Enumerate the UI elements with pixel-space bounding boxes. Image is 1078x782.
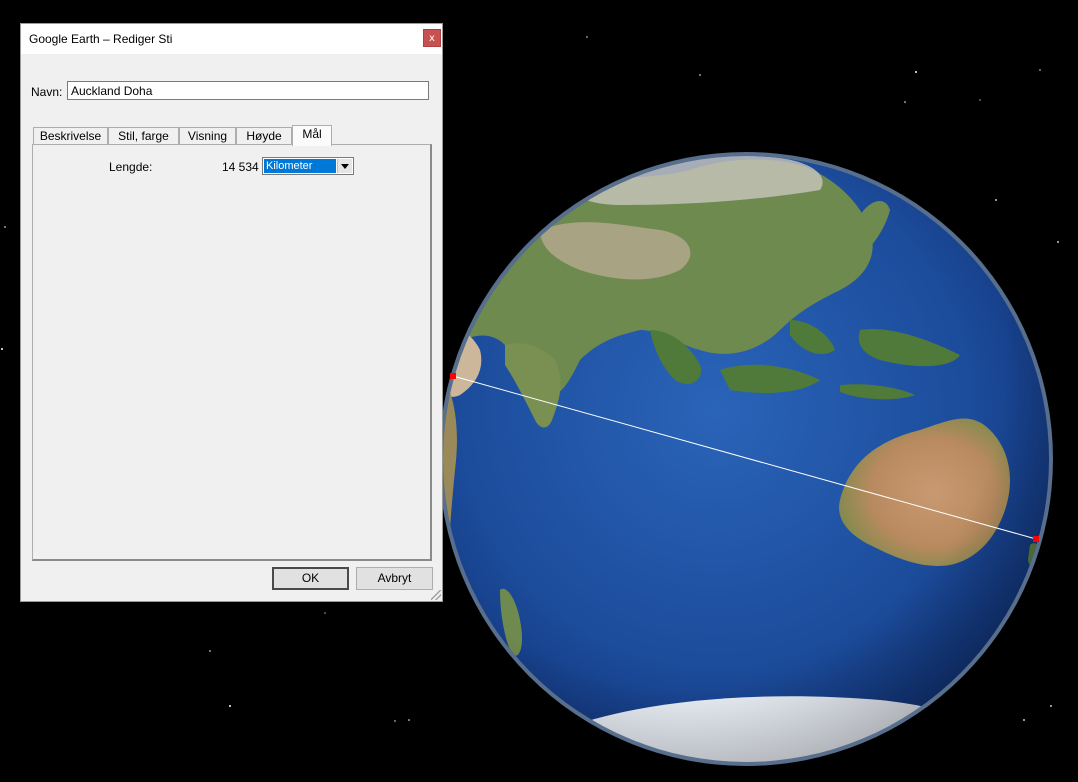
path-endpoint-auckland[interactable] [1033, 536, 1039, 542]
ok-button[interactable]: OK [272, 567, 349, 590]
tab-maal[interactable]: Mål [292, 125, 332, 146]
close-button[interactable]: x [423, 29, 441, 47]
edit-path-dialog: Google Earth – Rediger Sti x Navn: Beskr… [20, 23, 443, 602]
globe-shading [443, 156, 1049, 762]
cancel-button[interactable]: Avbryt [356, 567, 433, 590]
window-title: Google Earth – Rediger Sti [29, 32, 173, 46]
length-value: 14 534 [222, 160, 259, 174]
tab-stil-farge[interactable]: Stil, farge [108, 127, 179, 144]
measure-panel: Lengde: 14 534 Kilometer [32, 144, 432, 561]
title-bar[interactable]: Google Earth – Rediger Sti x [21, 24, 442, 54]
chevron-down-icon[interactable] [337, 159, 352, 173]
tab-beskrivelse[interactable]: Beskrivelse [33, 127, 108, 144]
unit-select[interactable]: Kilometer [262, 157, 354, 175]
name-input[interactable] [67, 81, 429, 100]
resize-grip-icon[interactable] [431, 590, 441, 600]
path-endpoint-doha[interactable] [450, 373, 456, 379]
name-label: Navn: [31, 85, 63, 99]
length-label: Lengde: [109, 160, 153, 174]
unit-selected-value: Kilometer [264, 159, 336, 173]
tab-visning[interactable]: Visning [179, 127, 236, 144]
tab-hoyde[interactable]: Høyde [236, 127, 292, 144]
